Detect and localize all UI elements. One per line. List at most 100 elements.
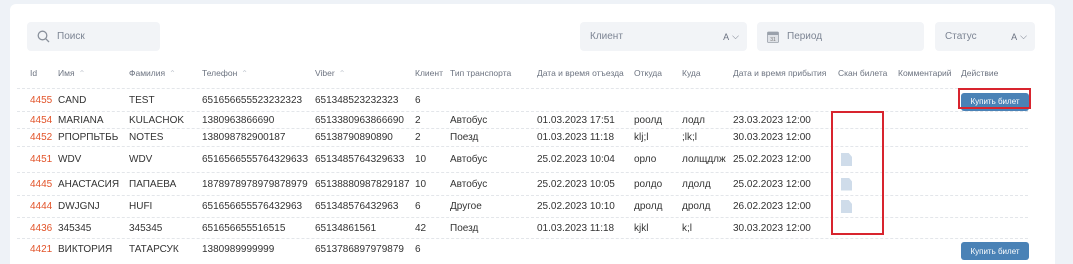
- column-header: Откуда: [634, 68, 662, 78]
- cell-phone: 651656655516515: [202, 222, 286, 234]
- column-header-label: Дата и время прибытия: [733, 68, 827, 78]
- cell-client: 42: [415, 222, 427, 234]
- cell-to: k;l: [682, 222, 692, 234]
- cell-phone: 651656655523232323: [202, 94, 303, 106]
- column-header: Дата и время отъезда: [537, 68, 624, 78]
- cell-client: 10: [415, 154, 427, 165]
- cell-name: АНАСТАСИЯ: [58, 178, 120, 190]
- cell-arrive: 26.02.2023 12:00: [733, 201, 811, 212]
- column-header[interactable]: Имя ⌃: [58, 68, 85, 78]
- search-icon: [37, 30, 50, 43]
- cell-depart: 25.02.2023 10:10: [537, 201, 615, 212]
- cell-depart: 25.02.2023 10:04: [537, 154, 615, 165]
- column-header-label: Тип транспорта: [450, 68, 512, 78]
- cell-viber: 651348615​61: [315, 222, 377, 234]
- sort-icon[interactable]: ⌃: [169, 69, 176, 78]
- table-row: 4455 CAND TEST 651656655523232323 6513485232…: [17, 88, 1029, 111]
- cell-name: 345345: [58, 222, 92, 234]
- cell-viber: 6513879089089​0: [315, 132, 393, 143]
- sort-icon[interactable]: ⌃: [241, 69, 248, 78]
- status-value: A: [1011, 31, 1018, 42]
- column-header-label: Viber: [315, 68, 335, 78]
- cell-depart: 01.03.2023 17:51: [537, 114, 615, 126]
- column-header-label: Id: [30, 68, 38, 78]
- cell-arrive: 25.02.2023 12:00: [733, 178, 811, 190]
- cell-transport: Автобус: [450, 154, 488, 165]
- cell-transport: Автобус: [450, 178, 488, 190]
- column-header-label: Имя: [58, 68, 75, 78]
- column-header-label: Фамилия: [129, 68, 166, 78]
- cell-name: MARIANA: [58, 114, 104, 126]
- cell-phone: 1380963866690: [202, 114, 275, 126]
- cell-name: CAND: [58, 94, 87, 106]
- cell-phone: 138098782900187: [202, 132, 286, 143]
- column-header-label: Скан билета: [838, 68, 888, 78]
- status-select[interactable]: Статус A ⌵: [935, 22, 1035, 51]
- column-header: Комментарий: [898, 68, 952, 78]
- cell-surname: WDV: [129, 154, 153, 165]
- column-header-label: Действие: [961, 68, 999, 78]
- cell-transport: Поезд: [450, 222, 479, 234]
- cell-viber: 65138880987829187: [315, 178, 410, 190]
- sort-icon[interactable]: ⌃: [79, 69, 86, 78]
- cell-id: 4421: [30, 244, 53, 255]
- cell-surname: ПАПАЕВА: [129, 178, 177, 190]
- column-header-label: Дата и время отъезда: [537, 68, 624, 78]
- cell-surname: 345345: [129, 222, 163, 234]
- highlight-box-buy: [958, 88, 1031, 109]
- cell-from: орло: [634, 154, 657, 165]
- cell-name: ВИКТОРИЯ: [58, 244, 113, 255]
- chevron-down-icon: ⌵: [732, 31, 739, 41]
- column-header: Скан билета: [838, 68, 887, 78]
- svg-text:31: 31: [770, 37, 776, 43]
- cell-id: 4452: [30, 132, 53, 143]
- cell-transport: Поезд: [450, 132, 479, 143]
- cell-name: WDV: [58, 154, 82, 165]
- column-header: Действие: [961, 68, 998, 78]
- client-select[interactable]: Клиент A ⌵: [580, 22, 747, 51]
- cell-phone: 651656655576432963З: [202, 154, 309, 165]
- column-header-label: Комментарий: [898, 68, 952, 78]
- cell-to: ;lk;l: [682, 132, 697, 143]
- column-header-label: Откуда: [634, 68, 662, 78]
- cell-id: 4455: [30, 94, 53, 106]
- column-header: Клиент: [415, 68, 443, 78]
- column-header[interactable]: Телефон ⌃: [202, 68, 248, 78]
- cell-transport: Другое: [450, 201, 482, 212]
- cell-to: дролд: [682, 201, 711, 212]
- cell-viber: 651348523232323: [315, 94, 399, 106]
- cell-client: 2: [415, 114, 421, 126]
- cell-client: 6: [415, 244, 421, 255]
- cell-id: 4451: [30, 154, 53, 165]
- cell-viber: 651348576432963: [315, 201, 399, 212]
- cell-viber: 651378689797987​9: [315, 244, 404, 255]
- sort-icon[interactable]: ⌃: [339, 69, 346, 78]
- cell-id: 4444: [30, 201, 53, 212]
- cell-from: дролд: [634, 201, 663, 212]
- cell-from: kjkl: [634, 222, 649, 234]
- cell-phone: 651656655576432963: [202, 201, 303, 212]
- column-header[interactable]: Фамилия ⌃: [129, 68, 176, 78]
- cell-to: лдолд: [682, 178, 711, 190]
- cell-depart: 01.03.2023 11:18: [537, 132, 615, 143]
- period-input[interactable]: 31 Период: [757, 22, 924, 51]
- cell-name: РПОРПЬТБЬ: [58, 132, 119, 143]
- highlight-box-scan: [831, 111, 884, 235]
- client-value: A: [723, 31, 730, 42]
- cell-surname: ТАТАРСУК: [129, 244, 179, 255]
- search-input[interactable]: Поиск: [27, 22, 160, 51]
- cell-from: роолд: [634, 114, 663, 126]
- buy-ticket-button[interactable]: Купить билет: [961, 242, 1029, 260]
- column-header: Тип транспорта: [450, 68, 511, 78]
- table-row: 4421 ВИКТОРИЯ ТАТАРСУК 1380989999999 6513786…: [17, 238, 1029, 260]
- cell-to: лолщдлж: [682, 154, 726, 165]
- column-header: Куда: [682, 68, 701, 78]
- cell-depart: 01.03.2023 11:18: [537, 222, 615, 234]
- cell-surname: TEST: [129, 94, 155, 106]
- cell-arrive: 23.03.2023 12:00: [733, 114, 811, 126]
- column-header: Id: [30, 68, 37, 78]
- column-header-label: Клиент: [415, 68, 443, 78]
- cell-name: DWJGNJ: [58, 201, 100, 212]
- cell-viber: 651348576432963З: [315, 154, 405, 165]
- column-header[interactable]: Viber ⌃: [315, 68, 345, 78]
